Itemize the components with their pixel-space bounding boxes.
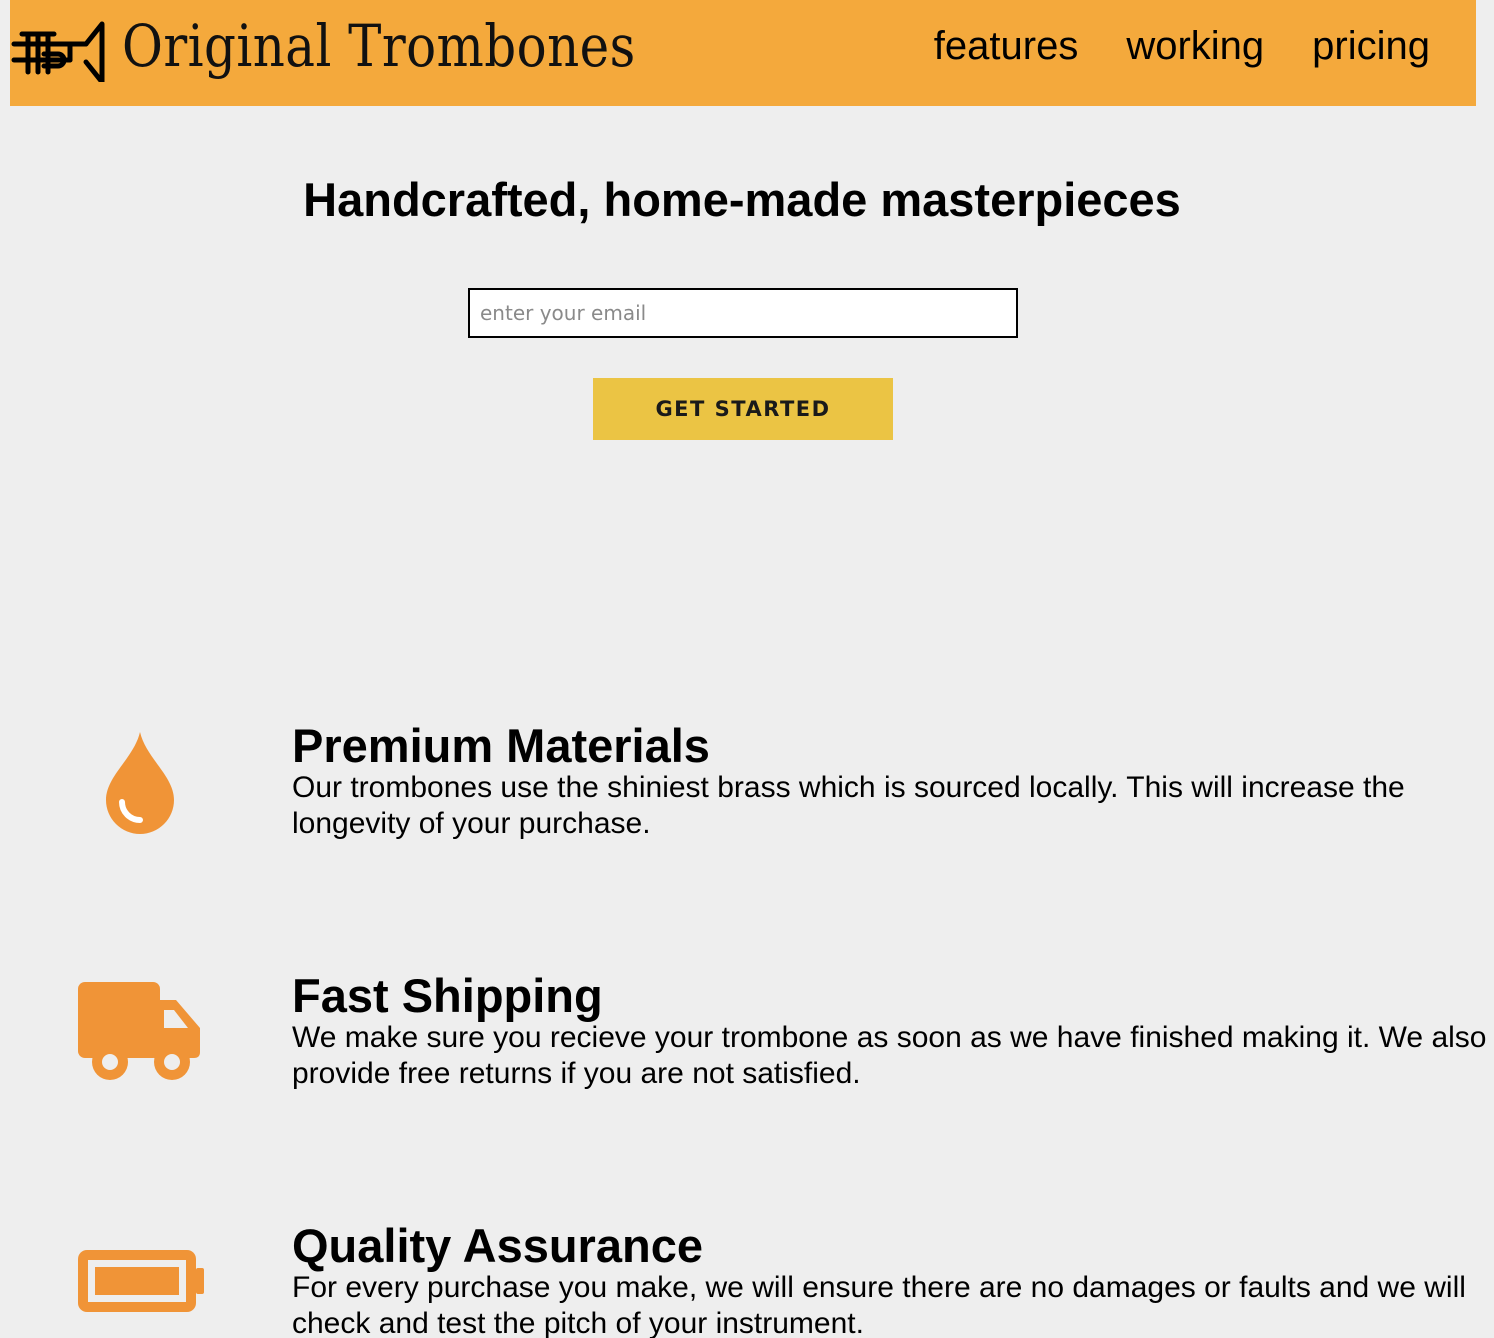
feature-title: Fast Shipping [292, 969, 603, 1022]
email-input[interactable] [468, 288, 1018, 338]
battery-icon [78, 1250, 204, 1312]
feature-description: We make sure you recieve your trombone a… [292, 1021, 1487, 1090]
nav-link-features[interactable]: features [934, 24, 1079, 69]
drop-icon [106, 732, 174, 834]
feature-title: Quality Assurance [292, 1219, 703, 1272]
feature-description: Our trombones use the shiniest brass whi… [292, 771, 1405, 840]
brand-logo[interactable]: Original Trombones [10, 10, 719, 82]
trombone-logo-icon [11, 21, 105, 82]
get-started-button[interactable]: GET STARTED [593, 378, 893, 440]
main-nav: features working pricing [934, 24, 1430, 69]
feature-description: For every purchase you make, we will ens… [292, 1271, 1466, 1338]
truck-icon [78, 982, 200, 1080]
nav-link-pricing[interactable]: pricing [1312, 24, 1430, 69]
site-header: Original Trombones features working pric… [10, 0, 1476, 106]
feature-title: Premium Materials [292, 719, 710, 772]
hero-title: Handcrafted, home-made masterpieces [303, 173, 1181, 226]
nav-link-working[interactable]: working [1126, 24, 1264, 69]
brand-name: Original Trombones [122, 12, 636, 80]
